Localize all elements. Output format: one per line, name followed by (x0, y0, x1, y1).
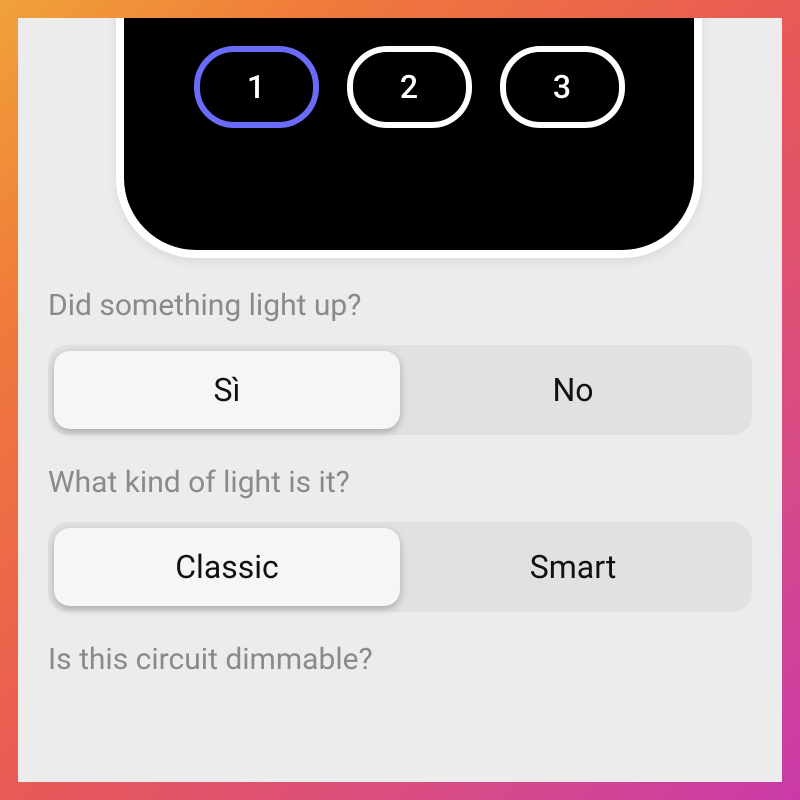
device-button-label: 2 (400, 68, 418, 106)
question-label-light-kind: What kind of light is it? (48, 465, 752, 500)
device-button-row: 1 2 3 (124, 46, 694, 128)
question-label-dimmable: Is this circuit dimmable? (48, 642, 752, 677)
segmented-control-light-up: Sì No (48, 345, 752, 435)
device-button-2[interactable]: 2 (347, 46, 472, 128)
option-label: No (552, 371, 593, 409)
device-button-3[interactable]: 3 (500, 46, 625, 128)
option-label: Classic (175, 548, 279, 586)
app-screen: 1 2 3 Did something light up? Sì No What… (18, 18, 782, 782)
option-no[interactable]: No (400, 351, 746, 429)
option-classic[interactable]: Classic (54, 528, 400, 606)
option-yes[interactable]: Sì (54, 351, 400, 429)
segmented-control-light-kind: Classic Smart (48, 522, 752, 612)
option-smart[interactable]: Smart (400, 528, 746, 606)
device-panel-outer: 1 2 3 (116, 18, 702, 258)
device-button-label: 3 (553, 68, 571, 106)
option-label: Sì (214, 371, 241, 409)
question-label-light-up: Did something light up? (48, 288, 752, 323)
device-panel-inner: 1 2 3 (124, 18, 694, 250)
option-label: Smart (530, 548, 617, 586)
question-list: Did something light up? Sì No What kind … (48, 288, 752, 699)
device-button-label: 1 (247, 68, 265, 106)
device-button-1[interactable]: 1 (194, 46, 319, 128)
